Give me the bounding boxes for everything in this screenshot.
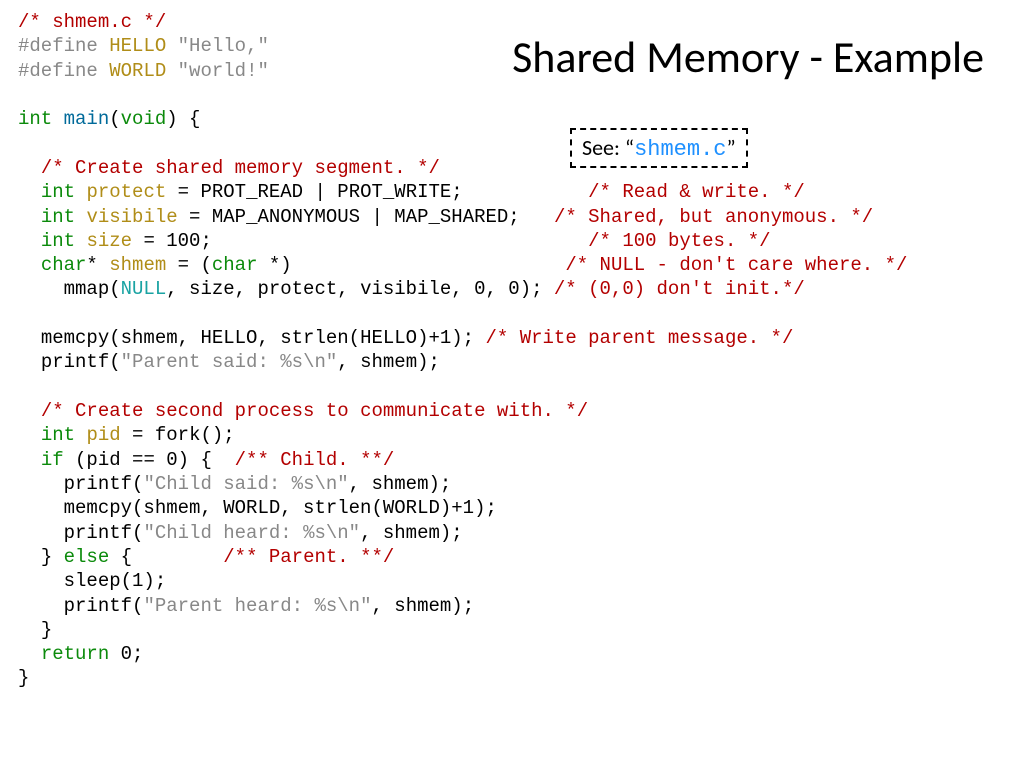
- code-token: = PROT_READ | PROT_WRITE;: [166, 181, 462, 203]
- code-token: , shmem);: [349, 473, 452, 495]
- code-token: {: [109, 546, 223, 568]
- code-token: /** Child. **/: [235, 449, 395, 471]
- code-block: /* shmem.c */ #define HELLO "Hello," #de…: [18, 10, 907, 691]
- code-token: printf(: [64, 522, 144, 544]
- code-token: "world!": [178, 60, 269, 82]
- code-token: "Hello,": [178, 35, 269, 57]
- code-token: #define: [18, 60, 98, 82]
- code-token: 0;: [109, 643, 143, 665]
- code-token: HELLO: [109, 35, 166, 57]
- code-token: /* NULL - don't care where. */: [565, 254, 907, 276]
- code-token: int: [41, 181, 75, 203]
- code-token: (: [109, 108, 120, 130]
- code-token: #define: [18, 35, 98, 57]
- code-token: mmap(: [64, 278, 121, 300]
- code-token: void: [121, 108, 167, 130]
- code-token: "Parent heard: %s\n": [143, 595, 371, 617]
- code-token: /* Shared, but anonymous. */: [554, 206, 873, 228]
- code-token: WORLD: [109, 60, 166, 82]
- code-token: }: [41, 546, 64, 568]
- code-line: /* shmem.c */: [18, 11, 166, 33]
- code-token: *): [257, 254, 291, 276]
- code-token: return: [41, 643, 109, 665]
- code-token: int: [41, 424, 75, 446]
- code-token: int: [41, 206, 75, 228]
- code-token: NULL: [121, 278, 167, 300]
- code-token: /* Write parent message. */: [486, 327, 794, 349]
- code-token: protect: [86, 181, 166, 203]
- code-token: "Parent said: %s\n": [121, 351, 338, 373]
- code-token: }: [41, 619, 52, 641]
- code-token: int: [18, 108, 52, 130]
- code-token: visibile: [86, 206, 177, 228]
- code-token: sleep(1);: [64, 570, 167, 592]
- code-token: = 100;: [132, 230, 212, 252]
- code-token: = MAP_ANONYMOUS | MAP_SHARED;: [178, 206, 520, 228]
- code-token: }: [18, 667, 29, 689]
- code-token: , shmem);: [360, 522, 463, 544]
- code-token: "Child heard: %s\n": [143, 522, 360, 544]
- code-token: /* 100 bytes. */: [588, 230, 770, 252]
- code-token: *: [86, 254, 97, 276]
- code-token: , size, protect, visibile, 0, 0);: [166, 278, 554, 300]
- code-token: printf(: [41, 351, 121, 373]
- code-token: shmem: [109, 254, 166, 276]
- code-token: memcpy(shmem, WORLD, strlen(WORLD)+1);: [64, 497, 497, 519]
- code-token: main: [64, 108, 110, 130]
- code-token: if: [41, 449, 64, 471]
- code-token: ) {: [166, 108, 200, 130]
- code-token: pid: [86, 424, 120, 446]
- code-token: = (: [166, 254, 212, 276]
- code-token: "Child said: %s\n": [143, 473, 348, 495]
- code-token: (pid == 0) {: [64, 449, 235, 471]
- code-token: , shmem);: [371, 595, 474, 617]
- code-token: char: [41, 254, 87, 276]
- code-token: /** Parent. **/: [223, 546, 394, 568]
- code-token: char: [212, 254, 258, 276]
- code-token: size: [86, 230, 132, 252]
- code-token: else: [64, 546, 110, 568]
- code-line: /* Create shared memory segment. */: [41, 157, 440, 179]
- code-token: memcpy(shmem, HELLO, strlen(HELLO)+1);: [41, 327, 486, 349]
- code-token: , shmem);: [337, 351, 440, 373]
- code-line: /* Create second process to communicate …: [41, 400, 588, 422]
- code-token: = fork();: [121, 424, 235, 446]
- code-token: int: [41, 230, 75, 252]
- code-token: /* Read & write. */: [588, 181, 805, 203]
- code-token: /* (0,0) don't init.*/: [554, 278, 805, 300]
- code-token: printf(: [64, 473, 144, 495]
- code-token: printf(: [64, 595, 144, 617]
